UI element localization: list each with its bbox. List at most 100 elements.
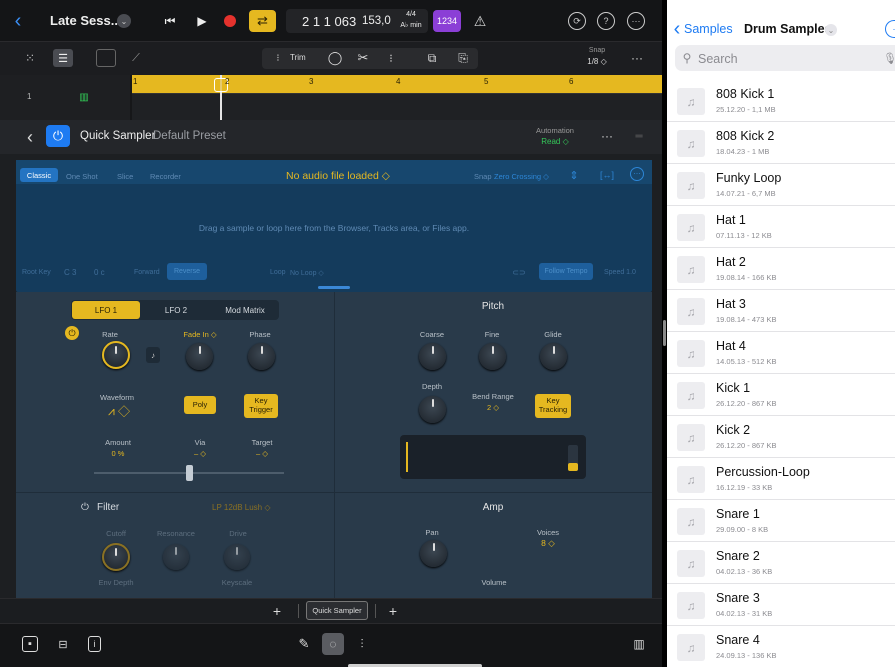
browser-back-label[interactable]: Samples bbox=[684, 22, 733, 36]
back-chevron-icon[interactable]: ‹ bbox=[8, 10, 28, 32]
rate-knob[interactable] bbox=[102, 341, 130, 369]
file-row[interactable]: ♫ 808 Kick 2 18.04.23 - 1 MB bbox=[667, 122, 895, 164]
filter-type[interactable]: LP 12dB Lush ◇ bbox=[212, 503, 271, 512]
browser-more-icon[interactable]: · bbox=[885, 20, 895, 38]
browser-back-icon[interactable]: ‹ bbox=[671, 18, 683, 40]
phase-knob[interactable] bbox=[248, 343, 275, 370]
copy-icon[interactable]: ⧉ bbox=[424, 50, 440, 66]
fade-in-label[interactable]: Fade In ◇ bbox=[170, 330, 230, 339]
mode-slice[interactable]: Slice bbox=[117, 172, 133, 181]
split-view-handle[interactable] bbox=[663, 320, 666, 346]
zoom-horizontal-icon[interactable]: [↔] bbox=[597, 168, 617, 182]
sync-note-icon[interactable]: ♪ bbox=[146, 347, 160, 363]
toolbar-more-icon[interactable]: ··· bbox=[628, 50, 646, 66]
loop-tool-icon[interactable]: ◯ bbox=[327, 50, 343, 66]
rewind-icon[interactable]: ⏮ bbox=[160, 12, 180, 30]
tracks-view-icon[interactable]: ☰ bbox=[53, 49, 73, 67]
mixer-icon[interactable]: ⫶ bbox=[354, 636, 370, 652]
amount-slider-thumb[interactable] bbox=[186, 465, 193, 481]
pencil-icon[interactable]: ✎ bbox=[296, 636, 312, 652]
project-menu-chevron-icon[interactable]: ⌄ bbox=[117, 14, 131, 28]
trim-icon[interactable]: ⁝ bbox=[272, 51, 284, 66]
key-trigger-button[interactable]: Key Trigger bbox=[244, 394, 278, 418]
link-icon[interactable]: ⊂⊃ bbox=[512, 266, 526, 278]
microphone-icon[interactable]: 🎙 bbox=[883, 50, 895, 66]
more-icon[interactable]: ··· bbox=[627, 12, 645, 30]
amount-value[interactable]: 0 % bbox=[98, 449, 138, 458]
tune-value[interactable]: 0 c bbox=[94, 268, 105, 277]
cutoff-knob[interactable] bbox=[102, 543, 130, 571]
root-key-value[interactable]: C 3 bbox=[64, 268, 76, 277]
settings-icon[interactable]: ⟳ bbox=[568, 12, 586, 30]
track-header[interactable] bbox=[0, 75, 130, 120]
file-row[interactable]: ♫ Snare 1 29.09.00 - 8 KB bbox=[667, 500, 895, 542]
mode-classic[interactable]: Classic bbox=[20, 168, 58, 182]
play-icon[interactable]: ▶ bbox=[192, 12, 212, 30]
cycle-icon[interactable]: ⇄ bbox=[249, 10, 276, 32]
sample-more-icon[interactable]: ⋯ bbox=[630, 167, 644, 181]
via-value[interactable]: – ◇ bbox=[180, 449, 220, 458]
loop-value[interactable]: No Loop ◇ bbox=[290, 269, 324, 277]
library-icon[interactable]: ▪ bbox=[22, 636, 38, 652]
file-row[interactable]: ♫ Kick 1 26.12.20 - 867 KB bbox=[667, 374, 895, 416]
file-row[interactable]: ♫ Hat 3 19.08.14 - 473 KB bbox=[667, 290, 895, 332]
poly-button[interactable]: Poly bbox=[184, 396, 216, 414]
direction-forward[interactable]: Forward bbox=[134, 269, 160, 276]
voices-value[interactable]: 8 ◇ bbox=[528, 538, 568, 549]
keyboard-icon[interactable]: ▥ bbox=[630, 636, 648, 652]
tab-lfo1[interactable]: LFO 1 bbox=[72, 301, 140, 319]
help-icon[interactable]: ? bbox=[597, 12, 615, 30]
snap-zero-value[interactable]: Zero Crossing ◇ bbox=[494, 172, 549, 181]
file-row[interactable]: ♫ 808 Kick 1 25.12.20 - 1,1 MB bbox=[667, 80, 895, 122]
search-placeholder[interactable]: Search bbox=[698, 52, 738, 66]
record-icon[interactable] bbox=[224, 15, 236, 27]
info-icon[interactable]: i bbox=[88, 636, 101, 652]
file-row[interactable]: ♫ Percussion-Loop 16.12.19 - 33 KB bbox=[667, 458, 895, 500]
automation-icon[interactable]: ⟋ bbox=[128, 50, 144, 66]
file-status[interactable]: No audio file loaded ◇ bbox=[286, 170, 390, 182]
power-icon[interactable]: ⏻ bbox=[46, 125, 70, 147]
waveform-icon[interactable]: ⩘ ◇ bbox=[103, 403, 135, 419]
panel-resize-handle[interactable] bbox=[318, 286, 350, 289]
resonance-knob[interactable] bbox=[163, 544, 189, 570]
metronome-icon[interactable]: ⚠ bbox=[470, 11, 490, 31]
smart-controls-icon[interactable]: ◌ bbox=[322, 633, 344, 655]
tab-lfo2[interactable]: LFO 2 bbox=[144, 301, 208, 319]
depth-knob[interactable] bbox=[419, 396, 446, 423]
count-in-button[interactable]: 1234 bbox=[433, 10, 461, 32]
add-plugin-left-icon[interactable]: + bbox=[270, 603, 284, 619]
mode-recorder[interactable]: Recorder bbox=[150, 172, 181, 181]
drive-knob[interactable] bbox=[224, 544, 250, 570]
plugin-back-icon[interactable]: ‹ bbox=[22, 127, 38, 147]
project-title[interactable]: Late Sess... bbox=[50, 13, 122, 28]
zoom-vertical-icon[interactable]: ⇕ bbox=[567, 167, 581, 183]
mode-one-shot[interactable]: One Shot bbox=[66, 172, 98, 181]
target-value[interactable]: – ◇ bbox=[242, 449, 282, 458]
browser-title-chevron-icon[interactable]: ⌄ bbox=[825, 24, 837, 36]
grid-view-icon[interactable]: ⁙ bbox=[22, 50, 38, 66]
file-row[interactable]: ♫ Snare 4 24.09.13 - 136 KB bbox=[667, 626, 895, 667]
drag-handle-icon[interactable]: ═ bbox=[630, 130, 648, 142]
file-row[interactable]: ♫ Snare 2 04.02.13 - 36 KB bbox=[667, 542, 895, 584]
key-tracking-button[interactable]: Key Tracking bbox=[535, 394, 571, 418]
file-row[interactable]: ♫ Kick 2 26.12.20 - 867 KB bbox=[667, 416, 895, 458]
preset-name[interactable]: Default Preset bbox=[153, 130, 226, 142]
speed-value[interactable]: Speed 1.0 bbox=[604, 269, 636, 276]
split-icon[interactable]: ⁝ bbox=[383, 50, 399, 66]
inspector-icon[interactable]: ⊟ bbox=[55, 636, 71, 652]
follow-tempo-button[interactable]: Follow Tempo bbox=[539, 263, 593, 280]
automation-value[interactable]: Read ◇ bbox=[530, 137, 580, 146]
scissors-icon[interactable]: ✂ bbox=[355, 50, 371, 66]
file-row[interactable]: ♫ Hat 4 14.05.13 - 512 KB bbox=[667, 332, 895, 374]
track-instrument-icon[interactable]: ▥ bbox=[72, 83, 96, 111]
tab-mod-matrix[interactable]: Mod Matrix bbox=[212, 301, 278, 319]
file-row[interactable]: ♫ Funky Loop 14.07.21 - 6,7 MB bbox=[667, 164, 895, 206]
file-row[interactable]: ♫ Hat 1 07.11.13 - 12 KB bbox=[667, 206, 895, 248]
fine-knob[interactable] bbox=[479, 343, 506, 370]
quick-sampler-slot[interactable]: Quick Sampler bbox=[306, 601, 368, 620]
lfo-power-icon[interactable]: ⏻ bbox=[65, 326, 79, 340]
snap-value[interactable]: 1/8 ◇ bbox=[582, 57, 612, 66]
glide-knob[interactable] bbox=[540, 343, 567, 370]
file-row[interactable]: ♫ Hat 2 19.08.14 - 166 KB bbox=[667, 248, 895, 290]
direction-reverse[interactable]: Reverse bbox=[167, 263, 207, 280]
